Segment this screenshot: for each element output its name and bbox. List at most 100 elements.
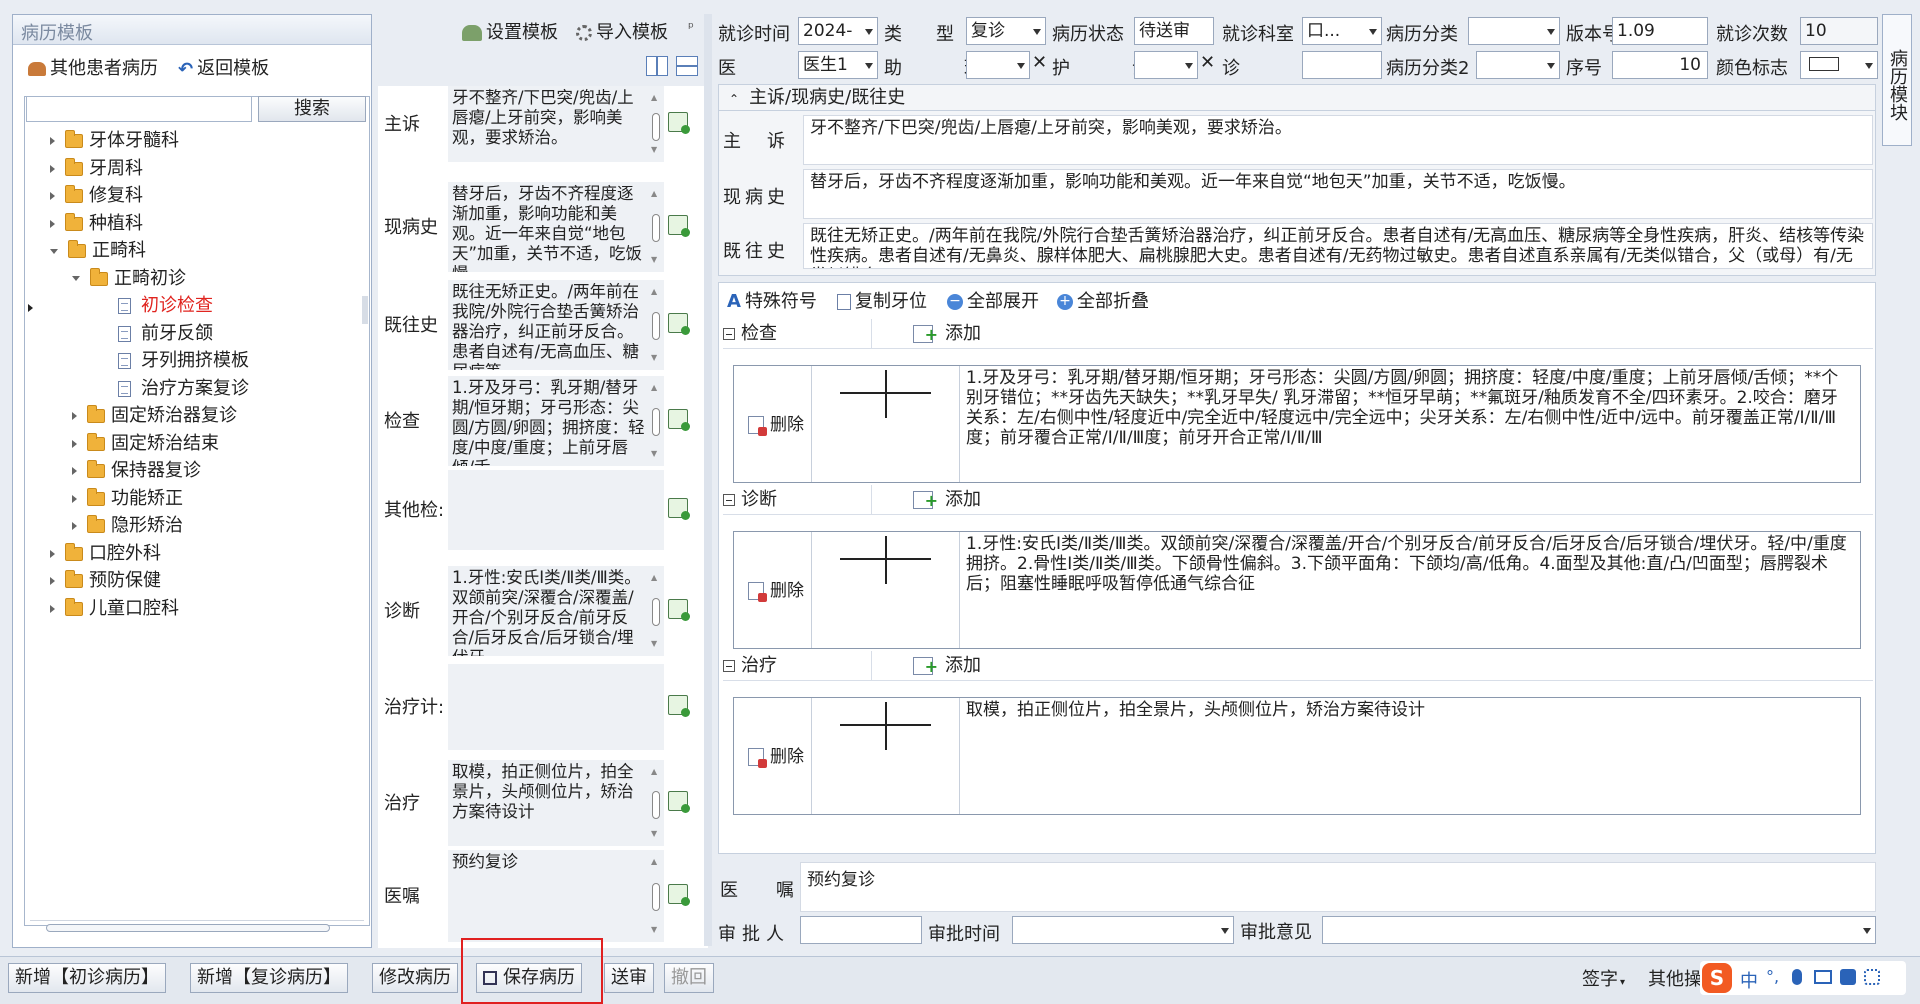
seq-field[interactable]: 10: [1612, 51, 1708, 79]
preview-scrollbar[interactable]: ▲ ▼: [650, 378, 662, 464]
nurse-select[interactable]: [1134, 51, 1198, 79]
collapse-arrow-icon[interactable]: [72, 412, 77, 420]
collapse-up-icon[interactable]: ⌃: [729, 92, 739, 106]
collapse-all-button[interactable]: + 全部折叠: [1057, 287, 1149, 313]
apply-template-icon[interactable]: [668, 215, 690, 237]
collapse-arrow-icon[interactable]: [50, 604, 55, 613]
advice-textarea[interactable]: 预约复诊: [800, 862, 1876, 912]
dept-select[interactable]: 口...: [1302, 17, 1382, 45]
delete-entry-button[interactable]: 删除: [734, 366, 812, 482]
record-module-side-tab[interactable]: 病历模块: [1882, 14, 1912, 146]
apply-template-icon[interactable]: [668, 599, 690, 621]
category-select[interactable]: [1468, 17, 1560, 45]
delete-entry-button[interactable]: 删除: [734, 532, 812, 648]
position-field[interactable]: [1302, 51, 1382, 79]
apply-template-icon[interactable]: [668, 498, 690, 520]
skin-icon[interactable]: [1840, 969, 1856, 985]
pin-icon[interactable]: ᵖ: [688, 20, 694, 36]
ime-lang-toggle[interactable]: 中: [1740, 967, 1758, 993]
ime-punct-toggle[interactable]: °,: [1766, 967, 1779, 986]
tree-folder[interactable]: 隐形矫治: [72, 513, 183, 539]
collapse-arrow-icon[interactable]: [50, 549, 55, 558]
collapse-box-icon[interactable]: [723, 660, 735, 672]
color-flag-select[interactable]: [1800, 51, 1878, 79]
section-text[interactable]: 取模，拍正侧位片，拍全景片，头颅侧位片，矫治方案待设计: [966, 698, 1854, 814]
apply-template-icon[interactable]: [668, 884, 690, 906]
assistant-select[interactable]: [966, 51, 1030, 79]
tree-folder[interactable]: 保持器复诊: [72, 458, 201, 484]
preview-text[interactable]: [448, 664, 664, 750]
tree-folder[interactable]: 正畸初诊: [72, 266, 186, 292]
preview-scrollbar[interactable]: [650, 472, 662, 548]
expand-all-button[interactable]: − 全部展开: [947, 287, 1039, 313]
setup-template-button[interactable]: 设置模板: [462, 18, 558, 44]
tree-item[interactable]: 治疗方案复诊: [118, 376, 249, 402]
preview-text[interactable]: 替牙后，牙齿不齐程度逐渐加重，影响功能和美观。近一年来自觉“地包天”加重，关节不…: [448, 182, 664, 272]
section-text[interactable]: 1.牙性:安氏Ⅰ类/Ⅱ类/Ⅲ类。双颌前突/深覆合/深覆盖/开合/个别牙反合/前牙…: [966, 532, 1854, 648]
tooth-position-chart[interactable]: [812, 532, 960, 648]
doctor-select[interactable]: 医生1: [798, 51, 878, 79]
tree-vscroll-thumb[interactable]: [362, 296, 368, 324]
template-search-input[interactable]: [26, 96, 252, 122]
tree-item[interactable]: 前牙反颌: [118, 321, 213, 347]
delete-entry-button[interactable]: 删除: [734, 698, 812, 814]
preview-text[interactable]: 1.牙性:安氏Ⅰ类/Ⅱ类/Ⅲ类。双颌前突/深覆合/深覆盖/开合/个别牙反合/前牙…: [448, 566, 664, 656]
collapse-arrow-icon[interactable]: [50, 577, 55, 585]
save-record-button[interactable]: 保存病历: [476, 963, 582, 993]
preview-text[interactable]: 预约复诊 ▲ ▼: [448, 850, 664, 942]
special-symbols-button[interactable]: A 特殊符号: [727, 287, 817, 313]
preview-scrollbar[interactable]: ▲ ▼: [650, 184, 662, 270]
complaint-textarea[interactable]: 牙不整齐/下巴突/兜齿/上唇瘪/上牙前突，影响美观，要求矫治。: [803, 115, 1873, 165]
panel-splitter[interactable]: [704, 14, 712, 946]
version-field[interactable]: 1.09: [1612, 17, 1708, 45]
tree-folder[interactable]: 固定矫治结束: [72, 431, 219, 457]
tree-folder[interactable]: 功能矫正: [72, 486, 183, 512]
search-button[interactable]: 搜索: [258, 96, 366, 122]
approver-field[interactable]: [800, 916, 922, 944]
collapse-arrow-icon[interactable]: [50, 219, 55, 228]
withdraw-button[interactable]: 撤回: [664, 963, 714, 993]
past-history-textarea[interactable]: 既往无矫正史。/两年前在我院/外院行合垫舌簧矫治器治疗，纠正前牙反合。患者自述有…: [803, 223, 1873, 269]
preview-text[interactable]: 既往无矫正史。/两年前在我院/外院行合垫舌簧矫治器治疗，纠正前牙反合。患者自述有…: [448, 280, 664, 370]
microphone-icon[interactable]: [1792, 969, 1802, 985]
preview-scrollbar[interactable]: ▲ ▼: [650, 762, 662, 844]
section-text[interactable]: 1.牙及牙弓：乳牙期/替牙期/恒牙期；牙弓形态：尖圆/方圆/卵圆；拥挤度：轻度/…: [966, 366, 1854, 482]
toolbox-icon[interactable]: [1864, 969, 1880, 985]
collapse-box-icon[interactable]: [723, 328, 735, 340]
add-entry-button[interactable]: 添加: [913, 319, 981, 350]
preview-scrollbar[interactable]: ▲ ▼: [650, 282, 662, 368]
tree-folder[interactable]: 正畸科: [50, 238, 146, 264]
sign-menu[interactable]: 签字 ▾: [1582, 965, 1625, 991]
add-entry-button[interactable]: 添加: [913, 651, 981, 682]
import-template-button[interactable]: 导入模板: [576, 18, 668, 44]
present-history-textarea[interactable]: 替牙后，牙齿不齐程度逐渐加重，影响功能和美观。近一年来自觉“地包天”加重，关节不…: [803, 169, 1873, 219]
tree-item[interactable]: 牙列拥挤模板: [118, 348, 249, 374]
clear-nurse-icon[interactable]: ✕: [1200, 52, 1215, 73]
collapse-arrow-icon[interactable]: [72, 467, 77, 475]
collapse-arrow-icon[interactable]: [72, 522, 77, 530]
preview-scrollbar[interactable]: [650, 666, 662, 748]
layout-stack-icon[interactable]: [676, 56, 698, 76]
visit-time-select[interactable]: 2024-: [798, 17, 878, 45]
type-select[interactable]: 复诊: [966, 17, 1046, 45]
keyboard-icon[interactable]: [1814, 970, 1832, 984]
collapse-arrow-icon[interactable]: [72, 494, 77, 503]
collapse-arrow-icon[interactable]: [72, 439, 77, 448]
approval-time-select[interactable]: [1012, 916, 1234, 944]
add-entry-button[interactable]: 添加: [913, 485, 981, 516]
tree-item[interactable]: 初诊检查: [118, 293, 213, 319]
back-to-template-button[interactable]: ↶ 返回模板: [178, 54, 269, 80]
category2-select[interactable]: [1476, 51, 1560, 79]
preview-scrollbar[interactable]: ▲ ▼: [650, 568, 662, 654]
preview-scrollbar[interactable]: ▲ ▼: [650, 88, 662, 160]
collapse-arrow-icon[interactable]: [50, 164, 55, 173]
approval-opinion-select[interactable]: [1322, 916, 1876, 944]
tree-folder[interactable]: 牙周科: [50, 156, 143, 182]
tooth-position-chart[interactable]: [812, 698, 960, 814]
tooth-position-chart[interactable]: [812, 366, 960, 482]
history-section-header[interactable]: ⌃ 主诉/现病史/既往史: [719, 85, 1875, 111]
layout-split-icon[interactable]: [646, 56, 668, 76]
apply-template-icon[interactable]: [668, 409, 690, 431]
collapse-arrow-icon[interactable]: [50, 192, 55, 200]
tree-folder[interactable]: 种植科: [50, 211, 143, 237]
